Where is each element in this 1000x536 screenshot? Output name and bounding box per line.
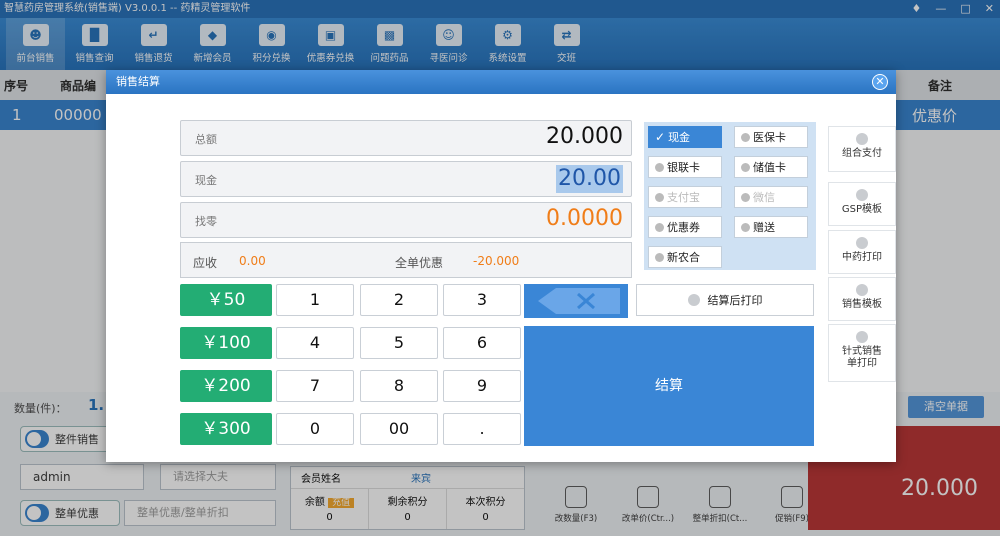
dialog-header: 销售结算 ✕ (106, 70, 896, 94)
discount-value: -20.000 (473, 254, 520, 268)
radio-icon (856, 133, 868, 145)
payment-option-label: 现金 (668, 131, 691, 144)
discount-label: 全单优惠 (395, 256, 444, 270)
backspace-icon (538, 288, 620, 314)
key-button-1[interactable]: 2 (360, 284, 438, 316)
payment-option-2[interactable]: 银联卡 (648, 156, 722, 178)
radio-icon (655, 162, 664, 172)
radio-icon (856, 237, 868, 249)
payment-option-1[interactable]: 医保卡 (734, 126, 808, 148)
radio-icon (741, 192, 750, 202)
payment-option-4: 支付宝 (648, 186, 722, 208)
side-button-label: 针式销售单打印 (842, 346, 882, 369)
payment-option-label: 银联卡 (667, 161, 700, 174)
change-value: 0.0000 (546, 206, 623, 231)
quick-amount-button-2[interactable]: ￥200 (180, 370, 272, 402)
payment-option-3[interactable]: 储值卡 (734, 156, 808, 178)
change-amount-field: 找零 0.0000 (180, 202, 632, 238)
payment-option-0[interactable]: ✓ 现金 (648, 126, 722, 148)
cash-value[interactable]: 20.00 (556, 165, 623, 193)
key-button-6[interactable]: 7 (276, 370, 354, 402)
dialog-close-icon[interactable]: ✕ (872, 74, 888, 90)
key-button-3[interactable]: 4 (276, 327, 354, 359)
payment-option-8[interactable]: 新农合 (648, 246, 722, 268)
quick-amount-button-1[interactable]: ￥100 (180, 327, 272, 359)
payment-option-label: 医保卡 (753, 131, 786, 144)
receivable-value: 0.00 (239, 254, 266, 268)
backspace-button[interactable] (524, 284, 628, 318)
print-after-settle-option[interactable]: 结算后打印 (636, 284, 814, 316)
key-button-9[interactable]: 0 (276, 413, 354, 445)
side-button-3[interactable]: 销售模板 (828, 277, 896, 321)
side-button-4[interactable]: 针式销售单打印 (828, 324, 896, 382)
payment-option-label: 微信 (753, 191, 775, 204)
total-value: 20.000 (546, 124, 623, 149)
key-button-11[interactable]: . (443, 413, 521, 445)
summary-bar: 应收 0.00 全单优惠 -20.000 (180, 242, 632, 278)
payment-option-label: 优惠券 (667, 221, 700, 234)
radio-icon (655, 192, 664, 202)
payment-option-label: 新农合 (667, 251, 700, 264)
radio-icon (687, 294, 700, 306)
dialog-title: 销售结算 (116, 75, 160, 88)
radio-icon (856, 189, 868, 201)
settlement-dialog: 销售结算 ✕ 总额 20.000 现金 20.00 找零 0.0000 应收 0… (106, 70, 896, 462)
radio-icon (741, 222, 750, 232)
check-icon: ✓ (655, 130, 666, 144)
payment-option-7[interactable]: 赠送 (734, 216, 808, 238)
settle-button[interactable]: 结算 (524, 326, 814, 446)
radio-icon (856, 284, 868, 296)
key-button-0[interactable]: 1 (276, 284, 354, 316)
key-button-5[interactable]: 6 (443, 327, 521, 359)
side-button-2[interactable]: 中药打印 (828, 230, 896, 274)
total-label: 总额 (195, 133, 217, 146)
print-after-label: 结算后打印 (707, 294, 763, 307)
change-label: 找零 (195, 215, 217, 228)
key-button-4[interactable]: 5 (360, 327, 438, 359)
total-amount-field: 总额 20.000 (180, 120, 632, 156)
payment-option-label: 储值卡 (753, 161, 786, 174)
radio-icon (856, 331, 868, 343)
payment-option-label: 支付宝 (667, 191, 700, 204)
quick-amount-button-0[interactable]: ￥50 (180, 284, 272, 316)
payment-option-6[interactable]: 优惠券 (648, 216, 722, 238)
side-button-0[interactable]: 组合支付 (828, 126, 896, 172)
side-button-label: 组合支付 (842, 148, 882, 159)
side-button-1[interactable]: GSP模板 (828, 182, 896, 226)
key-button-7[interactable]: 8 (360, 370, 438, 402)
key-button-10[interactable]: 00 (360, 413, 438, 445)
side-button-label: 销售模板 (842, 299, 882, 310)
receivable-label: 应收 (193, 256, 218, 270)
radio-icon (741, 162, 750, 172)
payment-option-label: 赠送 (753, 221, 775, 234)
quick-amount-button-3[interactable]: ￥300 (180, 413, 272, 445)
cash-amount-field[interactable]: 现金 20.00 (180, 161, 632, 197)
radio-icon (741, 132, 750, 142)
cash-label: 现金 (195, 174, 217, 187)
payment-option-5: 微信 (734, 186, 808, 208)
key-button-8[interactable]: 9 (443, 370, 521, 402)
key-button-2[interactable]: 3 (443, 284, 521, 316)
payment-methods: ✓ 现金 医保卡银联卡 储值卡支付宝 微信优惠券 赠送新农合 (644, 122, 816, 270)
radio-icon (655, 252, 664, 262)
radio-icon (655, 222, 664, 232)
side-button-label: 中药打印 (842, 252, 882, 263)
side-button-label: GSP模板 (841, 204, 883, 215)
